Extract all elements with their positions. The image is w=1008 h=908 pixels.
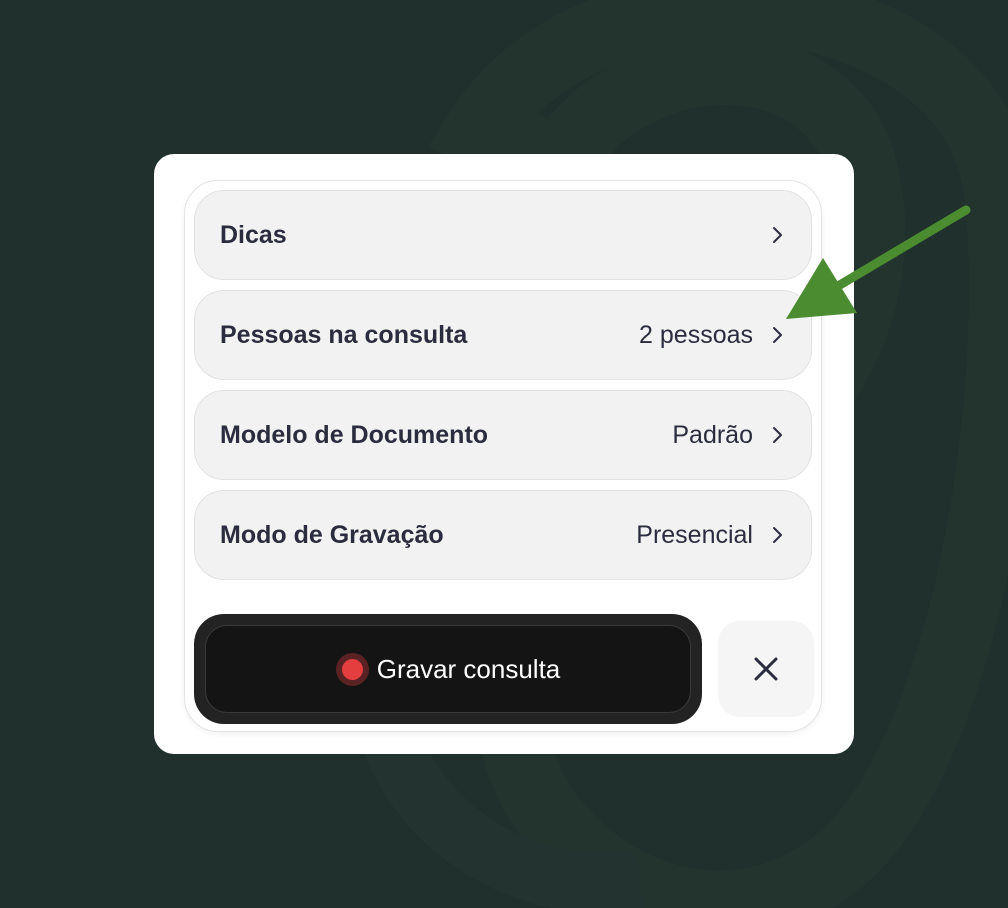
menu-row-dicas[interactable]: Dicas: [194, 190, 812, 280]
chevron-right-icon: [773, 427, 782, 443]
chevron-right-icon: [773, 527, 782, 543]
menu-row-value: Padrão: [672, 420, 753, 449]
menu-row-label: Modo de Gravação: [220, 520, 444, 549]
recording-options-card: Dicas Pessoas na consulta 2 pessoas Mode…: [154, 154, 854, 754]
menu-row-label: Pessoas na consulta: [220, 320, 468, 349]
close-icon: [754, 657, 778, 681]
menu-row-label: Modelo de Documento: [220, 420, 489, 449]
record-consultation-button[interactable]: Gravar consulta: [194, 614, 702, 724]
menu-row-label: Dicas: [220, 220, 287, 249]
menu-row-pessoas[interactable]: Pessoas na consulta 2 pessoas: [194, 290, 812, 380]
chevron-right-icon: [773, 227, 782, 243]
options-panel: Dicas Pessoas na consulta 2 pessoas Mode…: [184, 180, 822, 732]
chevron-right-icon: [773, 327, 782, 343]
record-dot-icon: [335, 652, 369, 686]
menu-row-modelo[interactable]: Modelo de Documento Padrão: [194, 390, 812, 480]
menu-row-value: 2 pessoas: [639, 320, 753, 349]
close-button[interactable]: [718, 621, 814, 717]
record-button-label: Gravar consulta: [376, 653, 561, 684]
record-button-inner: Gravar consulta: [205, 625, 691, 713]
menu-row-modo[interactable]: Modo de Gravação Presencial: [194, 490, 812, 580]
menu-row-value: Presencial: [636, 520, 753, 549]
